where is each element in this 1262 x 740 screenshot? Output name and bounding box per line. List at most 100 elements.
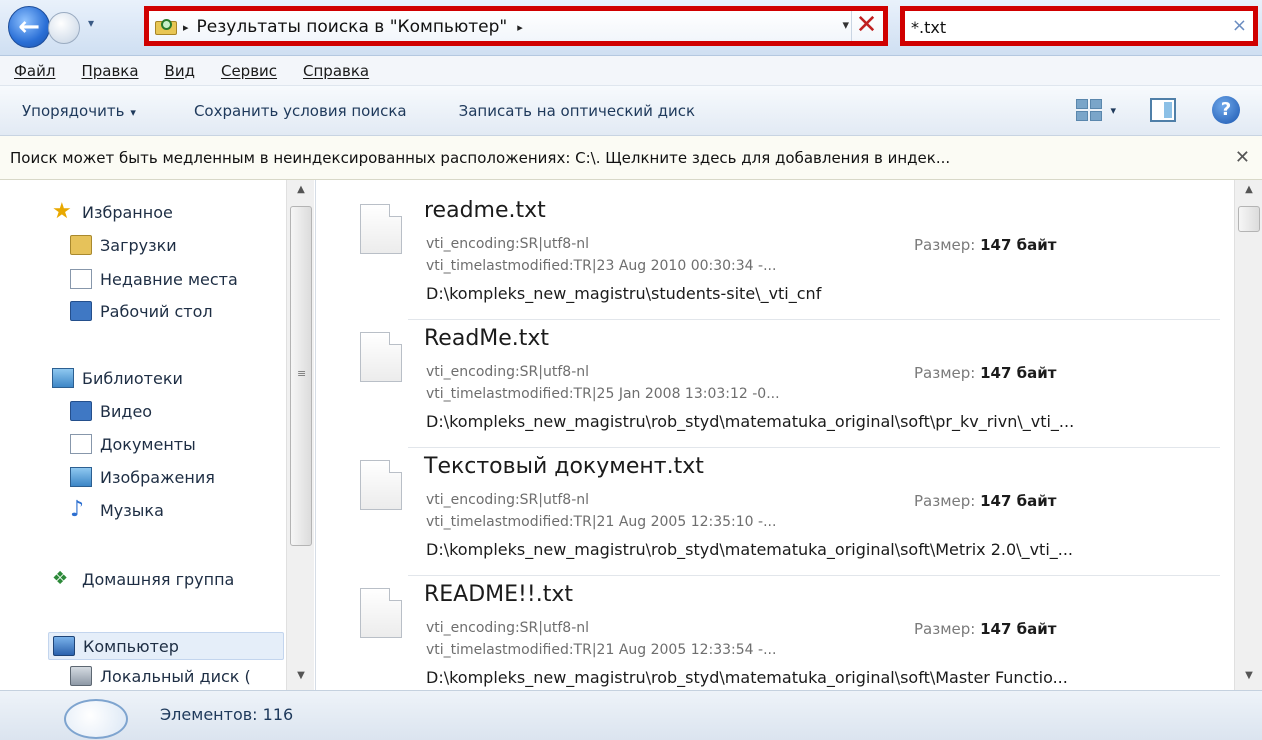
command-bar: Упорядочить ▾ Сохранить условия поиска За… [0,86,1262,136]
list-item[interactable]: README!!.txt vti_encoding:SR|utf8-nl vti… [318,576,1232,690]
navigation-pane: ★ Избранное Загрузки Недавние места Рабо… [0,180,316,690]
file-meta-modified: vti_timelastmodified:TR|25 Jan 2008 13:0… [426,386,780,402]
file-name[interactable]: README!!.txt [424,582,573,607]
list-item[interactable]: Текстовый документ.txt vti_encoding:SR|u… [318,448,1232,576]
nav-scroll-thumb[interactable]: ≡ [290,206,312,546]
nav-recent-places[interactable]: Недавние места [70,269,238,289]
homegroup-icon: ❖ [52,568,69,589]
file-size-label: Размер: [914,364,976,382]
downloads-folder-icon [70,235,92,255]
search-folder-icon [155,18,177,36]
search-input[interactable] [911,15,1211,39]
list-item[interactable]: readme.txt vti_encoding:SR|utf8-nl vti_t… [318,192,1232,320]
results-scrollbar[interactable]: ▲ ▼ [1234,180,1262,690]
results-list: readme.txt vti_encoding:SR|utf8-nl vti_t… [318,180,1232,690]
documents-icon [70,434,92,454]
clear-search-icon[interactable]: × [1232,15,1247,36]
status-bar: Элементов: 116 [0,690,1262,740]
nav-homegroup[interactable]: ❖ Домашняя группа [52,569,234,589]
organize-button[interactable]: Упорядочить ▾ [22,102,136,120]
organize-label: Упорядочить [22,101,125,120]
results-scroll-thumb[interactable] [1238,206,1260,232]
file-meta-encoding: vti_encoding:SR|utf8-nl [426,236,590,252]
results-scroll-up-icon[interactable]: ▲ [1235,184,1262,200]
forward-button[interactable] [48,12,80,44]
breadcrumb-arrow-icon[interactable]: ▸ [183,21,189,34]
back-arrow-icon: ← [18,12,40,42]
nav-desktop[interactable]: Рабочий стол [70,301,213,321]
nav-pictures-label: Изображения [100,467,215,487]
menu-file[interactable]: Файл [14,62,55,80]
views-grid-icon[interactable] [1076,99,1103,121]
address-path[interactable]: Результаты поиска в "Компьютер" [197,17,508,37]
file-size-value: 147 байт [980,492,1057,510]
nav-pictures[interactable]: Изображения [70,467,215,487]
nav-local-disk[interactable]: Локальный диск ( [70,666,251,686]
nav-libraries-label: Библиотеки [82,368,183,388]
text-file-icon [360,332,402,382]
item-count: Элементов: 116 [160,705,294,724]
nav-music[interactable]: ♪ Музыка [70,497,164,522]
nav-scroll-up-icon[interactable]: ▲ [287,184,315,200]
nav-video-label: Видео [100,401,153,421]
menu-tools[interactable]: Сервис [221,62,277,80]
nav-downloads[interactable]: Загрузки [70,235,177,255]
menu-bar: Файл Правка Вид Сервис Справка [0,56,1262,86]
stop-search-icon[interactable]: ✕ [851,11,881,41]
breadcrumb-arrow-end-icon[interactable]: ▸ [517,21,523,34]
file-path: D:\kompleks_new_magistru\rob_styd\matema… [426,540,1074,559]
text-file-icon [360,460,402,510]
file-size-value: 147 байт [980,236,1057,254]
nav-computer[interactable]: Компьютер [48,632,284,660]
file-size-label: Размер: [914,492,976,510]
preview-pane-icon[interactable] [1150,98,1176,122]
list-item[interactable]: ReadMe.txt vti_encoding:SR|utf8-nl vti_t… [318,320,1232,448]
file-size: Размер: 147 байт [914,236,1056,254]
info-bar-close-icon[interactable]: ✕ [1235,147,1250,168]
address-dropdown-icon[interactable]: ▾ [842,18,849,33]
address-bar[interactable]: ▸ Результаты поиска в "Компьютер" ▸ ▾ ✕ [144,6,888,46]
file-meta-modified: vti_timelastmodified:TR|23 Aug 2010 00:3… [426,258,777,274]
help-icon[interactable]: ? [1212,96,1240,124]
music-note-icon: ♪ [70,497,85,522]
info-bar-text[interactable]: Поиск может быть медленным в неиндексиро… [10,149,950,167]
pictures-icon [70,467,92,487]
star-icon: ★ [52,199,72,224]
nav-scroll-grip-icon: ≡ [297,367,307,380]
explorer-window: ← ▾ ▸ Результаты поиска в "Компьютер" ▸ … [0,0,1262,740]
nav-documents[interactable]: Документы [70,434,196,454]
file-size-label: Размер: [914,236,976,254]
burn-disc-button[interactable]: Записать на оптический диск [459,102,695,120]
back-button[interactable]: ← [8,6,50,48]
views-caret-icon[interactable]: ▾ [1110,104,1116,117]
nav-favorites[interactable]: ★ Избранное [52,199,173,224]
organize-caret-icon: ▾ [130,105,136,119]
menu-view[interactable]: Вид [165,62,195,80]
history-chevron-icon[interactable]: ▾ [88,16,102,30]
file-name[interactable]: readme.txt [424,198,546,223]
nav-libraries[interactable]: Библиотеки [52,368,183,388]
nav-scroll-down-icon[interactable]: ▼ [287,670,315,686]
file-name[interactable]: Текстовый документ.txt [424,454,704,479]
nav-video[interactable]: Видео [70,401,152,421]
nav-homegroup-label: Домашняя группа [82,569,235,589]
save-search-button[interactable]: Сохранить условия поиска [194,102,407,120]
nav-local-disk-label: Локальный диск ( [100,666,251,686]
file-meta-modified: vti_timelastmodified:TR|21 Aug 2005 12:3… [426,514,777,530]
recent-places-icon [70,269,92,289]
search-box[interactable]: × [900,6,1258,46]
libraries-icon [52,368,74,388]
nav-scrollbar[interactable]: ▲ ≡ ▼ [286,180,314,690]
info-bar[interactable]: Поиск может быть медленным в неиндексиро… [0,136,1262,180]
menu-help[interactable]: Справка [303,62,369,80]
file-path: D:\kompleks_new_magistru\rob_styd\matema… [426,412,1075,431]
results-scroll-down-icon[interactable]: ▼ [1235,670,1262,686]
nav-computer-label: Компьютер [83,636,179,656]
file-size: Размер: 147 байт [914,620,1056,638]
file-size-label: Размер: [914,620,976,638]
file-meta-encoding: vti_encoding:SR|utf8-nl [426,492,590,508]
nav-downloads-label: Загрузки [100,235,177,255]
file-name[interactable]: ReadMe.txt [424,326,549,351]
file-size-value: 147 байт [980,620,1057,638]
menu-edit[interactable]: Правка [81,62,138,80]
